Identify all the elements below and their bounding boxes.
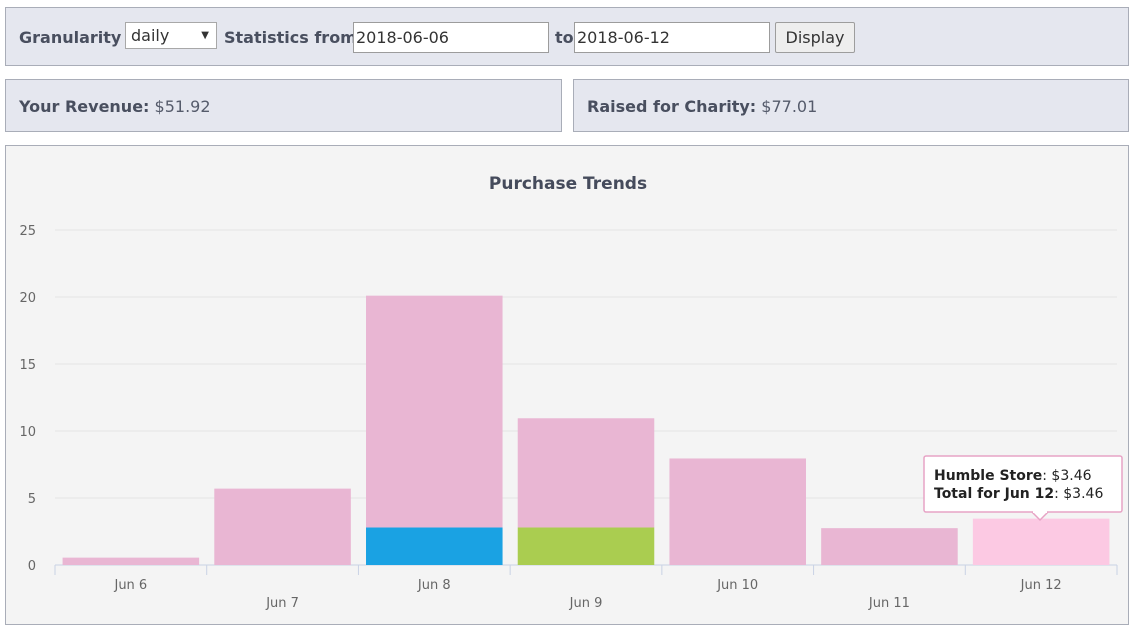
bar-segment bbox=[366, 527, 503, 565]
y-tick-label: 15 bbox=[19, 358, 36, 373]
tooltip-total-label: Total for Jun 12 bbox=[934, 486, 1054, 502]
x-tick-label: Jun 6 bbox=[113, 578, 147, 593]
granularity-label: Granularity bbox=[19, 28, 122, 47]
charity-value: $77.01 bbox=[761, 97, 818, 116]
granularity-value: daily bbox=[131, 26, 170, 45]
tooltip-total-value: : $3.46 bbox=[1054, 486, 1103, 502]
to-date-input[interactable]: 2018-06-12 bbox=[574, 22, 770, 53]
bar-segment bbox=[669, 458, 806, 565]
chart-panel: Purchase Trends 0 5 10 15 20 25 Jun 6 Jun 7 Jun… bbox=[5, 145, 1129, 625]
x-tick-label: Jun 8 bbox=[417, 578, 451, 593]
revenue-value: $51.92 bbox=[154, 97, 211, 116]
svg-text:Total for Jun 12: $3.46: Total for Jun 12: $3.46 bbox=[934, 486, 1103, 502]
bar-segment bbox=[214, 488, 351, 565]
tooltip-series-value: : $3.46 bbox=[1042, 468, 1091, 484]
granularity-select[interactable]: daily ▼ bbox=[125, 22, 217, 49]
chart-title: Purchase Trends bbox=[489, 174, 647, 194]
to-label: to bbox=[555, 28, 574, 47]
chart-tooltip: Humble Store: $3.46 Total for Jun 12: $3… bbox=[923, 455, 1123, 522]
stats-from-label: Statistics from bbox=[224, 28, 357, 47]
bar-segment bbox=[517, 418, 655, 528]
x-tick-label: Jun 9 bbox=[569, 596, 603, 611]
charity-panel: Raised for Charity: $77.01 bbox=[573, 79, 1129, 132]
x-tick-label: Jun 10 bbox=[716, 578, 758, 593]
purchase-trends-chart: Purchase Trends 0 5 10 15 20 25 Jun 6 Jun 7 Jun… bbox=[19, 174, 1123, 611]
bar-segment bbox=[366, 295, 503, 528]
x-tick-label: Jun 7 bbox=[265, 596, 299, 611]
x-tick-label: Jun 11 bbox=[868, 596, 910, 611]
filter-bar: Granularity daily ▼ Statistics from 2018… bbox=[5, 7, 1129, 66]
y-tick-label: 5 bbox=[28, 492, 36, 507]
y-tick-label: 20 bbox=[19, 291, 36, 306]
y-tick-label: 10 bbox=[19, 425, 36, 440]
y-tick-label: 0 bbox=[28, 559, 36, 574]
y-tick-label: 25 bbox=[19, 224, 36, 239]
bar-segment bbox=[821, 528, 958, 565]
display-button[interactable]: Display bbox=[775, 22, 855, 53]
revenue-label: Your Revenue: bbox=[19, 97, 150, 116]
from-date-input[interactable]: 2018-06-06 bbox=[353, 22, 549, 53]
svg-text:Humble Store: $3.46: Humble Store: $3.46 bbox=[934, 468, 1092, 484]
bar-segment bbox=[972, 518, 1110, 565]
chevron-down-icon: ▼ bbox=[201, 30, 209, 41]
bar-segment bbox=[517, 527, 655, 565]
charity-label: Raised for Charity: bbox=[587, 97, 757, 116]
revenue-panel: Your Revenue: $51.92 bbox=[5, 79, 562, 132]
bar-segment bbox=[62, 557, 200, 565]
tooltip-series-label: Humble Store bbox=[934, 468, 1042, 484]
x-tick-label: Jun 12 bbox=[1020, 578, 1062, 593]
